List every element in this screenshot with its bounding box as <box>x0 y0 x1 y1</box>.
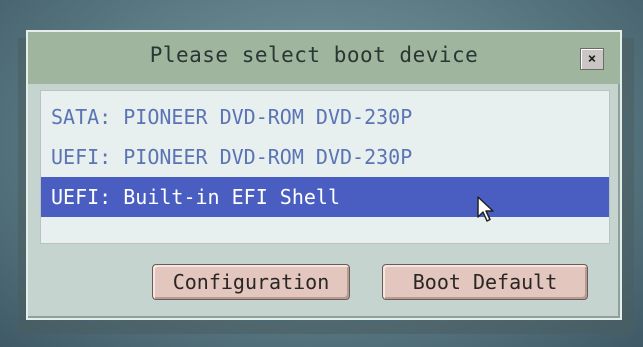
dialog-button-bar: Configuration Boot Default <box>28 254 620 304</box>
boot-default-button[interactable]: Boot Default <box>382 264 588 300</box>
boot-device-item-uefi-efi-shell[interactable]: UEFI: Built-in EFI Shell <box>41 177 609 217</box>
close-button[interactable]: × <box>580 48 604 70</box>
dialog-titlebar: Please select boot device × <box>28 32 620 84</box>
boot-device-dialog: Please select boot device × SATA: PIONEE… <box>26 30 622 320</box>
boot-device-item-uefi-dvd[interactable]: UEFI: PIONEER DVD-ROM DVD-230P <box>41 137 609 177</box>
close-icon: × <box>587 51 597 67</box>
configuration-button[interactable]: Configuration <box>152 264 350 300</box>
dialog-title: Please select boot device <box>149 43 479 67</box>
boot-device-list: SATA: PIONEER DVD-ROM DVD-230P UEFI: PIO… <box>40 90 610 244</box>
boot-device-item-sata-dvd[interactable]: SATA: PIONEER DVD-ROM DVD-230P <box>41 97 609 137</box>
mouse-pointer-icon <box>477 196 494 222</box>
